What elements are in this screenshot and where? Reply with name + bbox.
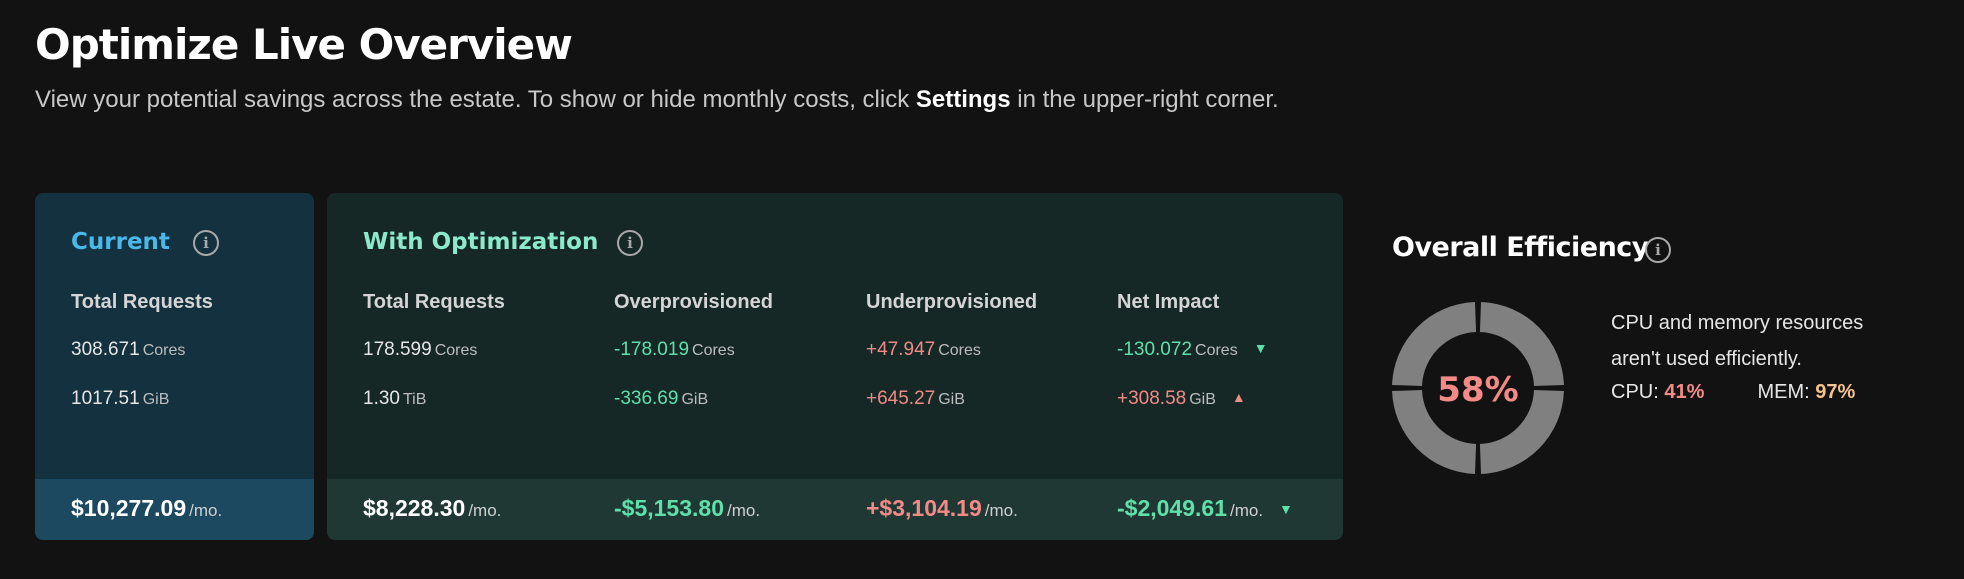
mem-efficiency-value: 97% bbox=[1815, 381, 1856, 403]
overprovisioned-header: Overprovisioned bbox=[614, 291, 773, 313]
subtitle-text-end: in the upper-right corner. bbox=[1010, 86, 1279, 113]
current-column-header: Total Requests bbox=[71, 291, 213, 313]
triangle-down-icon: ▼ bbox=[1253, 340, 1268, 356]
efficiency-description-line1: CPU and memory resources bbox=[1611, 312, 1864, 334]
page-title: Optimize Live Overview bbox=[35, 20, 573, 69]
efficiency-percent: 58% bbox=[1437, 370, 1518, 410]
efficiency-title: Overall Efficiency bbox=[1392, 232, 1649, 263]
info-icon[interactable]: i bbox=[617, 230, 643, 256]
overprovisioned-cost: -$5,153.80/mo. bbox=[614, 495, 761, 521]
mem-label: MEM: bbox=[1757, 381, 1810, 403]
underprovisioned-cost: +$3,104.19/mo. bbox=[866, 495, 1018, 521]
triangle-down-icon: ▼ bbox=[1279, 501, 1293, 517]
efficiency-stats: CPU: 41% MEM: 97% bbox=[1611, 381, 1855, 404]
current-card: Current i Total Requests 308.671 Cores 10… bbox=[35, 193, 314, 540]
current-title: Current bbox=[71, 229, 170, 255]
total-requests-header: Total Requests bbox=[363, 291, 505, 313]
efficiency-gauge: 58% bbox=[1392, 302, 1564, 474]
page-subtitle: View your potential savings across the e… bbox=[35, 86, 1279, 114]
triangle-up-icon: ▲ bbox=[1231, 389, 1246, 405]
efficiency-description-line2: aren't used efficiently. bbox=[1611, 348, 1802, 370]
cpu-efficiency-value: 41% bbox=[1664, 381, 1705, 403]
net-impact-cost: -$2,049.61/mo. ▼ bbox=[1117, 495, 1293, 521]
optimization-title: With Optimization bbox=[363, 229, 599, 255]
net-impact-cpu-value: -130.072 Cores ▼ bbox=[1117, 339, 1268, 360]
net-impact-memory-value: +308.58 GiB ▲ bbox=[1117, 388, 1246, 409]
net-impact-header: Net Impact bbox=[1117, 291, 1220, 313]
optimized-memory-value: 1.30 TiB bbox=[363, 388, 427, 409]
underprovisioned-cpu-value: +47.947 Cores bbox=[866, 339, 981, 360]
optimized-cost: $8,228.30/mo. bbox=[363, 495, 502, 521]
current-memory-value: 1017.51 GiB bbox=[71, 388, 170, 409]
subtitle-text: View your potential savings across the e… bbox=[35, 86, 916, 113]
overprovisioned-cpu-value: -178.019 Cores bbox=[614, 339, 735, 360]
info-icon[interactable]: i bbox=[1645, 237, 1671, 263]
underprovisioned-memory-value: +645.27 GiB bbox=[866, 388, 965, 409]
overprovisioned-memory-value: -336.69 GiB bbox=[614, 388, 709, 409]
settings-link-text: Settings bbox=[915, 86, 1011, 113]
cpu-label: CPU: bbox=[1611, 381, 1659, 403]
info-icon[interactable]: i bbox=[193, 230, 219, 256]
optimized-cpu-value: 178.599 Cores bbox=[363, 339, 478, 360]
efficiency-description: CPU and memory resources aren't used eff… bbox=[1611, 305, 1863, 377]
current-cost: $10,277.09/mo. bbox=[71, 495, 223, 521]
current-cpu-value: 308.671 Cores bbox=[71, 339, 186, 360]
optimization-card: With Optimization i Total Requests Overp… bbox=[327, 193, 1343, 540]
underprovisioned-header: Underprovisioned bbox=[866, 291, 1038, 313]
